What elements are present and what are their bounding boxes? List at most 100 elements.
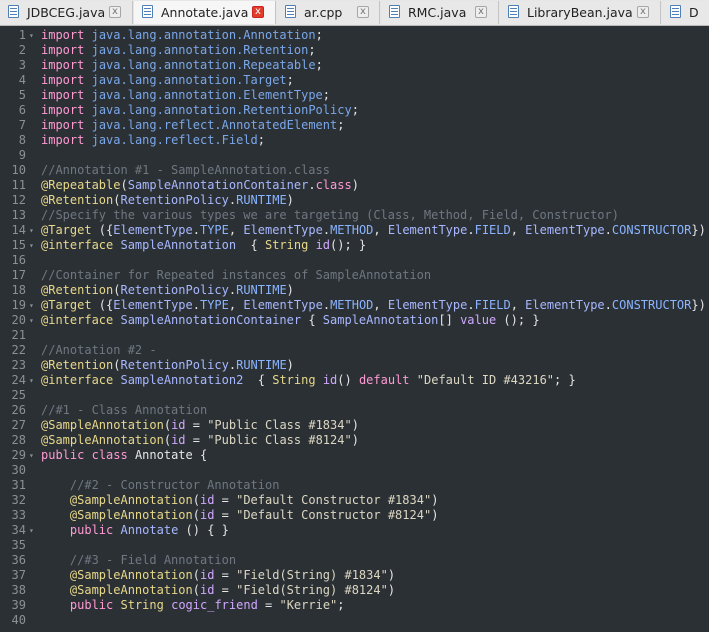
code-line[interactable]: 4 import java.lang.annotation.Target; xyxy=(0,73,709,88)
fold-toggle-icon[interactable]: ▾ xyxy=(29,448,34,463)
fold-toggle-icon[interactable]: ▾ xyxy=(29,373,34,388)
fold-toggle-icon[interactable]: ▾ xyxy=(29,523,34,538)
code-token: ElementType xyxy=(387,298,468,312)
close-tab-icon[interactable]: x xyxy=(637,6,649,18)
fold-toggle-icon[interactable]: ▾ xyxy=(29,28,34,43)
code-text: @SampleAnnotation(id = "Default Construc… xyxy=(41,508,439,523)
code-token: "Default ID #43216" xyxy=(416,373,555,387)
code-token: @SampleAnnotation xyxy=(69,568,193,582)
code-token: @SampleAnnotation xyxy=(41,433,164,447)
tab-jdbceg-java[interactable]: JDBCEG.java x xyxy=(0,1,133,24)
code-line[interactable]: 32 @SampleAnnotation(id = "Default Const… xyxy=(0,493,709,508)
code-line[interactable]: 5 import java.lang.annotation.ElementType… xyxy=(0,88,709,103)
code-line[interactable]: 35 xyxy=(0,538,709,553)
code-line[interactable]: 31 //#2 - Constructor Annotation xyxy=(0,478,709,493)
line-number: 9 xyxy=(18,148,26,162)
code-line[interactable]: 20 ▾ @interface SampleAnnotationContainer … xyxy=(0,313,709,328)
code-line[interactable]: 25 xyxy=(0,388,709,403)
code-line[interactable]: 21 xyxy=(0,328,709,343)
code-line[interactable]: 17 //Container for Repeated instances of … xyxy=(0,268,709,283)
code-line[interactable]: 18 @Retention(RetentionPolicy.RUNTIME) xyxy=(0,283,709,298)
code-line[interactable]: 15 ▾ @interface SampleAnnotation { String … xyxy=(0,238,709,253)
code-line[interactable]: 29 ▾ public class Annotate { xyxy=(0,448,709,463)
tab-annotate-java[interactable]: Annotate.java x xyxy=(134,1,276,24)
code-token: java.lang.annotation.RetentionPolicy xyxy=(91,103,352,117)
code-token: ) xyxy=(431,493,439,507)
code-token: . xyxy=(322,298,331,312)
code-token: @Retention xyxy=(41,358,114,372)
code-token: , xyxy=(373,298,388,312)
line-number: 34 xyxy=(11,523,26,537)
code-token: ) xyxy=(351,418,359,432)
code-token: , xyxy=(228,223,244,237)
line-number: 26 xyxy=(11,403,26,417)
code-line[interactable]: 28 @SampleAnnotation(id = "Public Class #… xyxy=(0,433,709,448)
code-token: SampleAnnotation xyxy=(120,238,237,252)
fold-toggle-icon[interactable]: ▾ xyxy=(29,238,34,253)
code-line[interactable]: 22 //Anotation #2 - xyxy=(0,343,709,358)
code-editor[interactable]: 1 ▾ import java.lang.annotation.Annotation… xyxy=(0,26,709,632)
close-tab-icon[interactable]: x xyxy=(109,6,121,18)
code-text: @SampleAnnotation(id = "Field(String) #8… xyxy=(41,583,395,598)
code-line[interactable]: 3 import java.lang.annotation.Repeatable; xyxy=(0,58,709,73)
close-tab-icon[interactable]: x xyxy=(252,6,264,18)
code-line[interactable]: 10 //Annotation #1 - SampleAnnotation.cla… xyxy=(0,163,709,178)
code-line[interactable]: 37 @SampleAnnotation(id = "Field(String)… xyxy=(0,568,709,583)
code-line[interactable]: 24 ▾ @interface SampleAnnotation2 { String… xyxy=(0,373,709,388)
code-token: id xyxy=(171,418,186,432)
code-line[interactable]: 34 ▾ public Annotate () { } xyxy=(0,523,709,538)
code-token: ; xyxy=(286,73,294,87)
code-line[interactable]: 23 @Retention(RetentionPolicy.RUNTIME) xyxy=(0,358,709,373)
code-token: ( xyxy=(192,508,200,522)
code-line[interactable]: 8 import java.lang.reflect.Field; xyxy=(0,133,709,148)
code-token: @Repeatable xyxy=(41,178,121,192)
code-line[interactable]: 19 ▾ @Target ({ElementType.TYPE, ElementTy… xyxy=(0,298,709,313)
code-line[interactable]: 11 @Repeatable(SampleAnnotationContainer.… xyxy=(0,178,709,193)
close-tab-icon[interactable]: x xyxy=(357,6,369,18)
code-token: java.lang.annotation.Target xyxy=(91,73,287,87)
line-number: 12 xyxy=(11,193,26,207)
code-line[interactable]: 9 xyxy=(0,148,709,163)
code-line[interactable]: 14 ▾ @Target ({ElementType.TYPE, ElementTy… xyxy=(0,223,709,238)
close-tab-icon[interactable]: x xyxy=(475,6,487,18)
code-token: ; xyxy=(257,133,265,147)
code-line[interactable]: 27 @SampleAnnotation(id = "Public Class #… xyxy=(0,418,709,433)
tab-d[interactable]: D xyxy=(662,1,709,24)
code-line[interactable]: 1 ▾ import java.lang.annotation.Annotation… xyxy=(0,28,709,43)
code-line[interactable]: 2 import java.lang.annotation.Retention; xyxy=(0,43,709,58)
tab-librarybean-java[interactable]: LibraryBean.java x xyxy=(500,1,661,24)
code-line[interactable]: 40 xyxy=(0,613,709,628)
tab-rmc-java[interactable]: RMC.java x xyxy=(381,1,499,24)
code-token: FIELD xyxy=(474,298,511,312)
code-token: ) xyxy=(387,583,396,597)
code-token: , xyxy=(373,223,388,237)
code-token: ; xyxy=(337,118,345,132)
code-line[interactable]: 13 //Specify the various types we are tar… xyxy=(0,208,709,223)
code-line[interactable]: 36 //#3 - Field Annotation xyxy=(0,553,709,568)
code-token: SampleAnnotation xyxy=(322,313,439,327)
fold-toggle-icon[interactable]: ▾ xyxy=(29,223,34,238)
code-line[interactable]: 7 import java.lang.reflect.AnnotatedEleme… xyxy=(0,118,709,133)
code-line[interactable]: 12 @Retention(RetentionPolicy.RUNTIME) xyxy=(0,193,709,208)
code-line[interactable]: 33 @SampleAnnotation(id = "Default Const… xyxy=(0,508,709,523)
tab-ar-cpp[interactable]: ar.cpp x xyxy=(277,1,380,24)
fold-toggle-icon[interactable]: ▾ xyxy=(29,313,34,328)
code-token: = xyxy=(214,583,237,597)
code-text: public Annotate () { } xyxy=(41,523,229,538)
code-line[interactable]: 30 xyxy=(0,463,709,478)
line-number: 16 xyxy=(11,253,26,267)
code-line[interactable]: 16 xyxy=(0,253,709,268)
code-line[interactable]: 38 @SampleAnnotation(id = "Field(String)… xyxy=(0,583,709,598)
code-token: = xyxy=(214,568,237,582)
code-line[interactable]: 6 import java.lang.annotation.RetentionPo… xyxy=(0,103,709,118)
code-line[interactable]: 39 public String cogic_friend = "Kerrie"… xyxy=(0,598,709,613)
line-number: 6 xyxy=(18,103,26,117)
code-token: class xyxy=(315,178,352,192)
file-icon xyxy=(389,5,400,18)
code-line[interactable]: 26 //#1 - Class Annotation xyxy=(0,403,709,418)
fold-toggle-icon[interactable]: ▾ xyxy=(29,298,34,313)
code-token: @interface xyxy=(41,238,114,252)
